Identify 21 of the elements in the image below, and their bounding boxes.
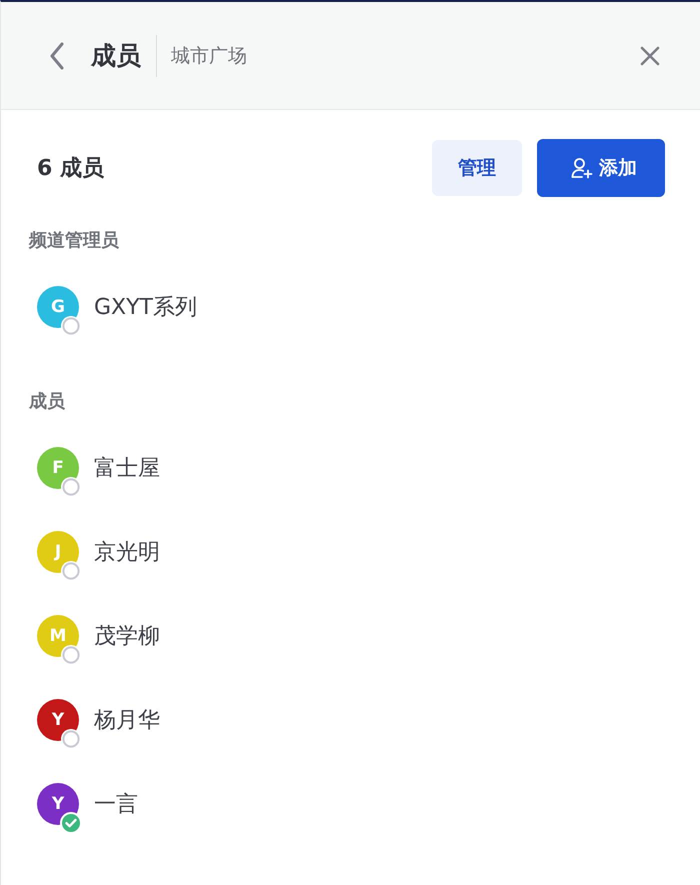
avatar: G [37,286,79,328]
section-label: 成员 [29,390,66,414]
avatar: M [37,615,79,657]
member-count: 6 成员 [36,155,105,183]
page-title: 成员 [91,40,141,72]
member-name[interactable]: 一言 [94,789,138,819]
avatar: F [37,447,79,489]
member-name[interactable]: GXYT系列 [94,292,197,322]
member-name[interactable]: 杨月华 [94,705,160,735]
avatar: J [37,531,79,573]
member-name[interactable]: 京光明 [94,537,160,567]
add-member-button[interactable]: 添加 [537,139,665,197]
member-name[interactable]: 富士屋 [94,453,160,483]
member-name[interactable]: 茂学柳 [94,621,160,651]
manage-button[interactable]: 管理 [432,140,522,196]
chevron-left-icon [49,42,65,70]
avatar: Y [37,699,79,741]
channel-name: 城市广场 [171,44,247,68]
close-icon [640,46,660,66]
user-plus-icon [571,157,593,179]
section-label: 频道管理员 [29,229,120,253]
